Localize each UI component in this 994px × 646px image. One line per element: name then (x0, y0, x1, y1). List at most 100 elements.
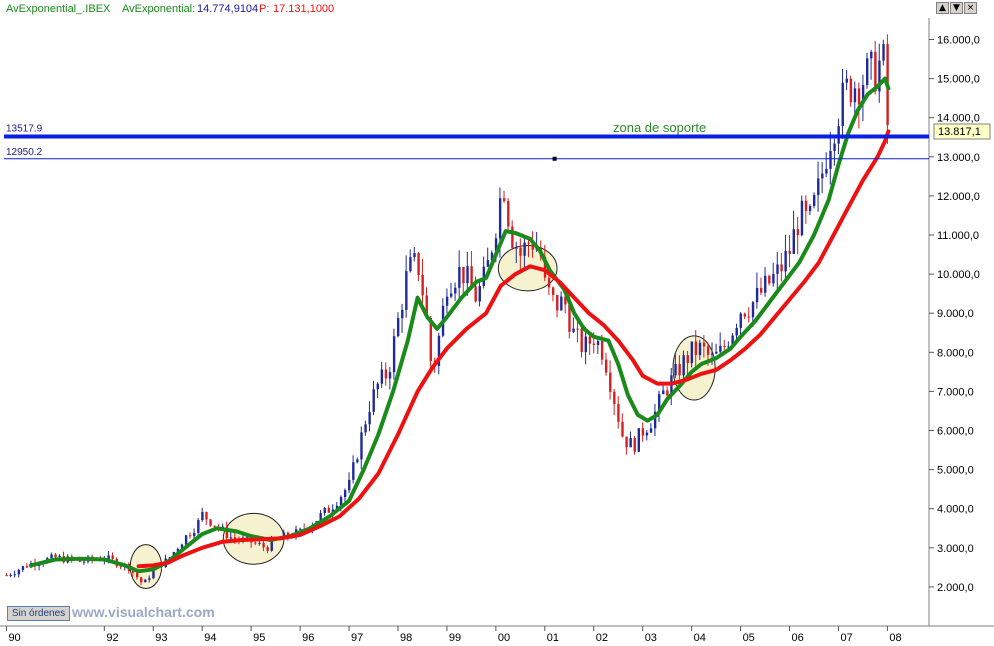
candle-body (417, 253, 420, 276)
candle-body (450, 293, 453, 297)
candle-body (580, 328, 583, 353)
x-tick-label: 92 (106, 632, 118, 644)
candle-body (845, 78, 849, 83)
candle-body (715, 351, 718, 354)
candle-body (584, 336, 587, 353)
candle-body (421, 275, 424, 296)
candle-body (21, 566, 25, 570)
candle-body (372, 389, 375, 412)
candle-body (796, 229, 800, 236)
candle-body (197, 520, 200, 534)
candle-body (596, 340, 600, 346)
candle-body (625, 436, 628, 448)
candle-body (392, 336, 396, 373)
header-ma1-label: AvExponential_.IBEX (6, 3, 111, 15)
chart-canvas: AvExponential_.IBEX AvExponential: 14.77… (0, 0, 994, 646)
x-tick-label: 98 (400, 632, 412, 644)
last-price-value: 13.817,1 (938, 126, 981, 138)
x-tick-label: 02 (596, 632, 608, 644)
candle-body (556, 294, 559, 311)
candle-body (462, 266, 465, 284)
candle-body (507, 201, 510, 227)
y-tick-label: 10.000,0 (937, 269, 980, 281)
candle-body (551, 287, 555, 295)
x-tick-label: 96 (302, 632, 314, 644)
candle-body (266, 547, 269, 551)
y-tick-label: 4.000,0 (937, 504, 974, 516)
y-tick-label: 6.000,0 (937, 426, 974, 438)
candle-body (486, 260, 490, 267)
candle-body (768, 275, 771, 284)
candle-body (841, 82, 844, 127)
candle-body (833, 143, 836, 151)
candle-body (825, 168, 828, 174)
candle-body (380, 369, 384, 384)
candle-body (751, 302, 755, 318)
candle-body (694, 341, 698, 356)
candle-body (829, 150, 832, 169)
candle-body (686, 355, 689, 364)
x-tick-label: 95 (253, 632, 265, 644)
candle-body (454, 287, 457, 294)
candle-body (711, 353, 714, 355)
candle-body (188, 535, 192, 537)
candle-body (466, 266, 469, 284)
y-tick-label: 12.000,0 (937, 191, 980, 203)
y-tick-label: 3.000,0 (937, 543, 974, 555)
candle-body (364, 424, 367, 433)
candle-body (776, 264, 779, 274)
candle-body (205, 512, 208, 520)
candle-body (808, 205, 812, 211)
support-zone-annotation: zona de soporte (613, 120, 706, 135)
candle-body (804, 200, 808, 211)
candle-body (9, 575, 12, 577)
candle-body (409, 257, 412, 272)
candle-body (702, 342, 706, 347)
candle-body (140, 577, 143, 583)
candle-body (343, 490, 347, 498)
candle-body (262, 542, 265, 548)
y-tick-label: 13.000,0 (937, 152, 980, 164)
candle-body (478, 285, 481, 302)
candle-body (348, 479, 351, 491)
candle-body (792, 229, 795, 254)
candle-body (812, 195, 816, 206)
candle-body (662, 390, 665, 395)
candle-body (17, 569, 21, 575)
candle-body (368, 411, 371, 425)
maximize-button[interactable]: ▼ (950, 2, 963, 14)
candle-body (82, 561, 86, 563)
candle-body (474, 286, 477, 302)
candle-body (25, 566, 29, 568)
candle-body (572, 328, 575, 332)
candle-body (588, 336, 592, 344)
x-tick-label: 06 (792, 632, 804, 644)
y-tick-label: 16.000,0 (937, 35, 980, 47)
candle-body (633, 437, 636, 452)
candle-body (384, 369, 388, 379)
minimize-button[interactable]: ▲ (936, 2, 949, 14)
candle-body (698, 342, 702, 356)
candle-body (592, 343, 596, 346)
x-tick-label: 90 (8, 632, 20, 644)
candle-body (254, 542, 257, 544)
x-tick-label: 07 (840, 632, 852, 644)
x-tick-label: 05 (743, 632, 755, 644)
x-tick-label: 08 (889, 632, 901, 644)
candle-body (641, 428, 645, 436)
candle-body (759, 287, 763, 293)
x-tick-label: 04 (694, 632, 706, 644)
header-ma2-value: 14.774,9104 (197, 3, 258, 15)
last-price-tag: 13.817,1 (933, 123, 991, 140)
candle-body (755, 287, 759, 303)
candle-body (678, 363, 681, 376)
candle-body (498, 198, 502, 239)
candle-body (719, 346, 722, 352)
candle-body (629, 437, 632, 448)
sin-ordenes-button[interactable]: Sin órdenes (7, 606, 70, 621)
candle-body (229, 537, 233, 539)
candle-body (258, 542, 261, 544)
y-tick-label: 8.000,0 (937, 347, 974, 359)
close-button[interactable]: × (964, 2, 977, 14)
candle-body (870, 51, 873, 59)
